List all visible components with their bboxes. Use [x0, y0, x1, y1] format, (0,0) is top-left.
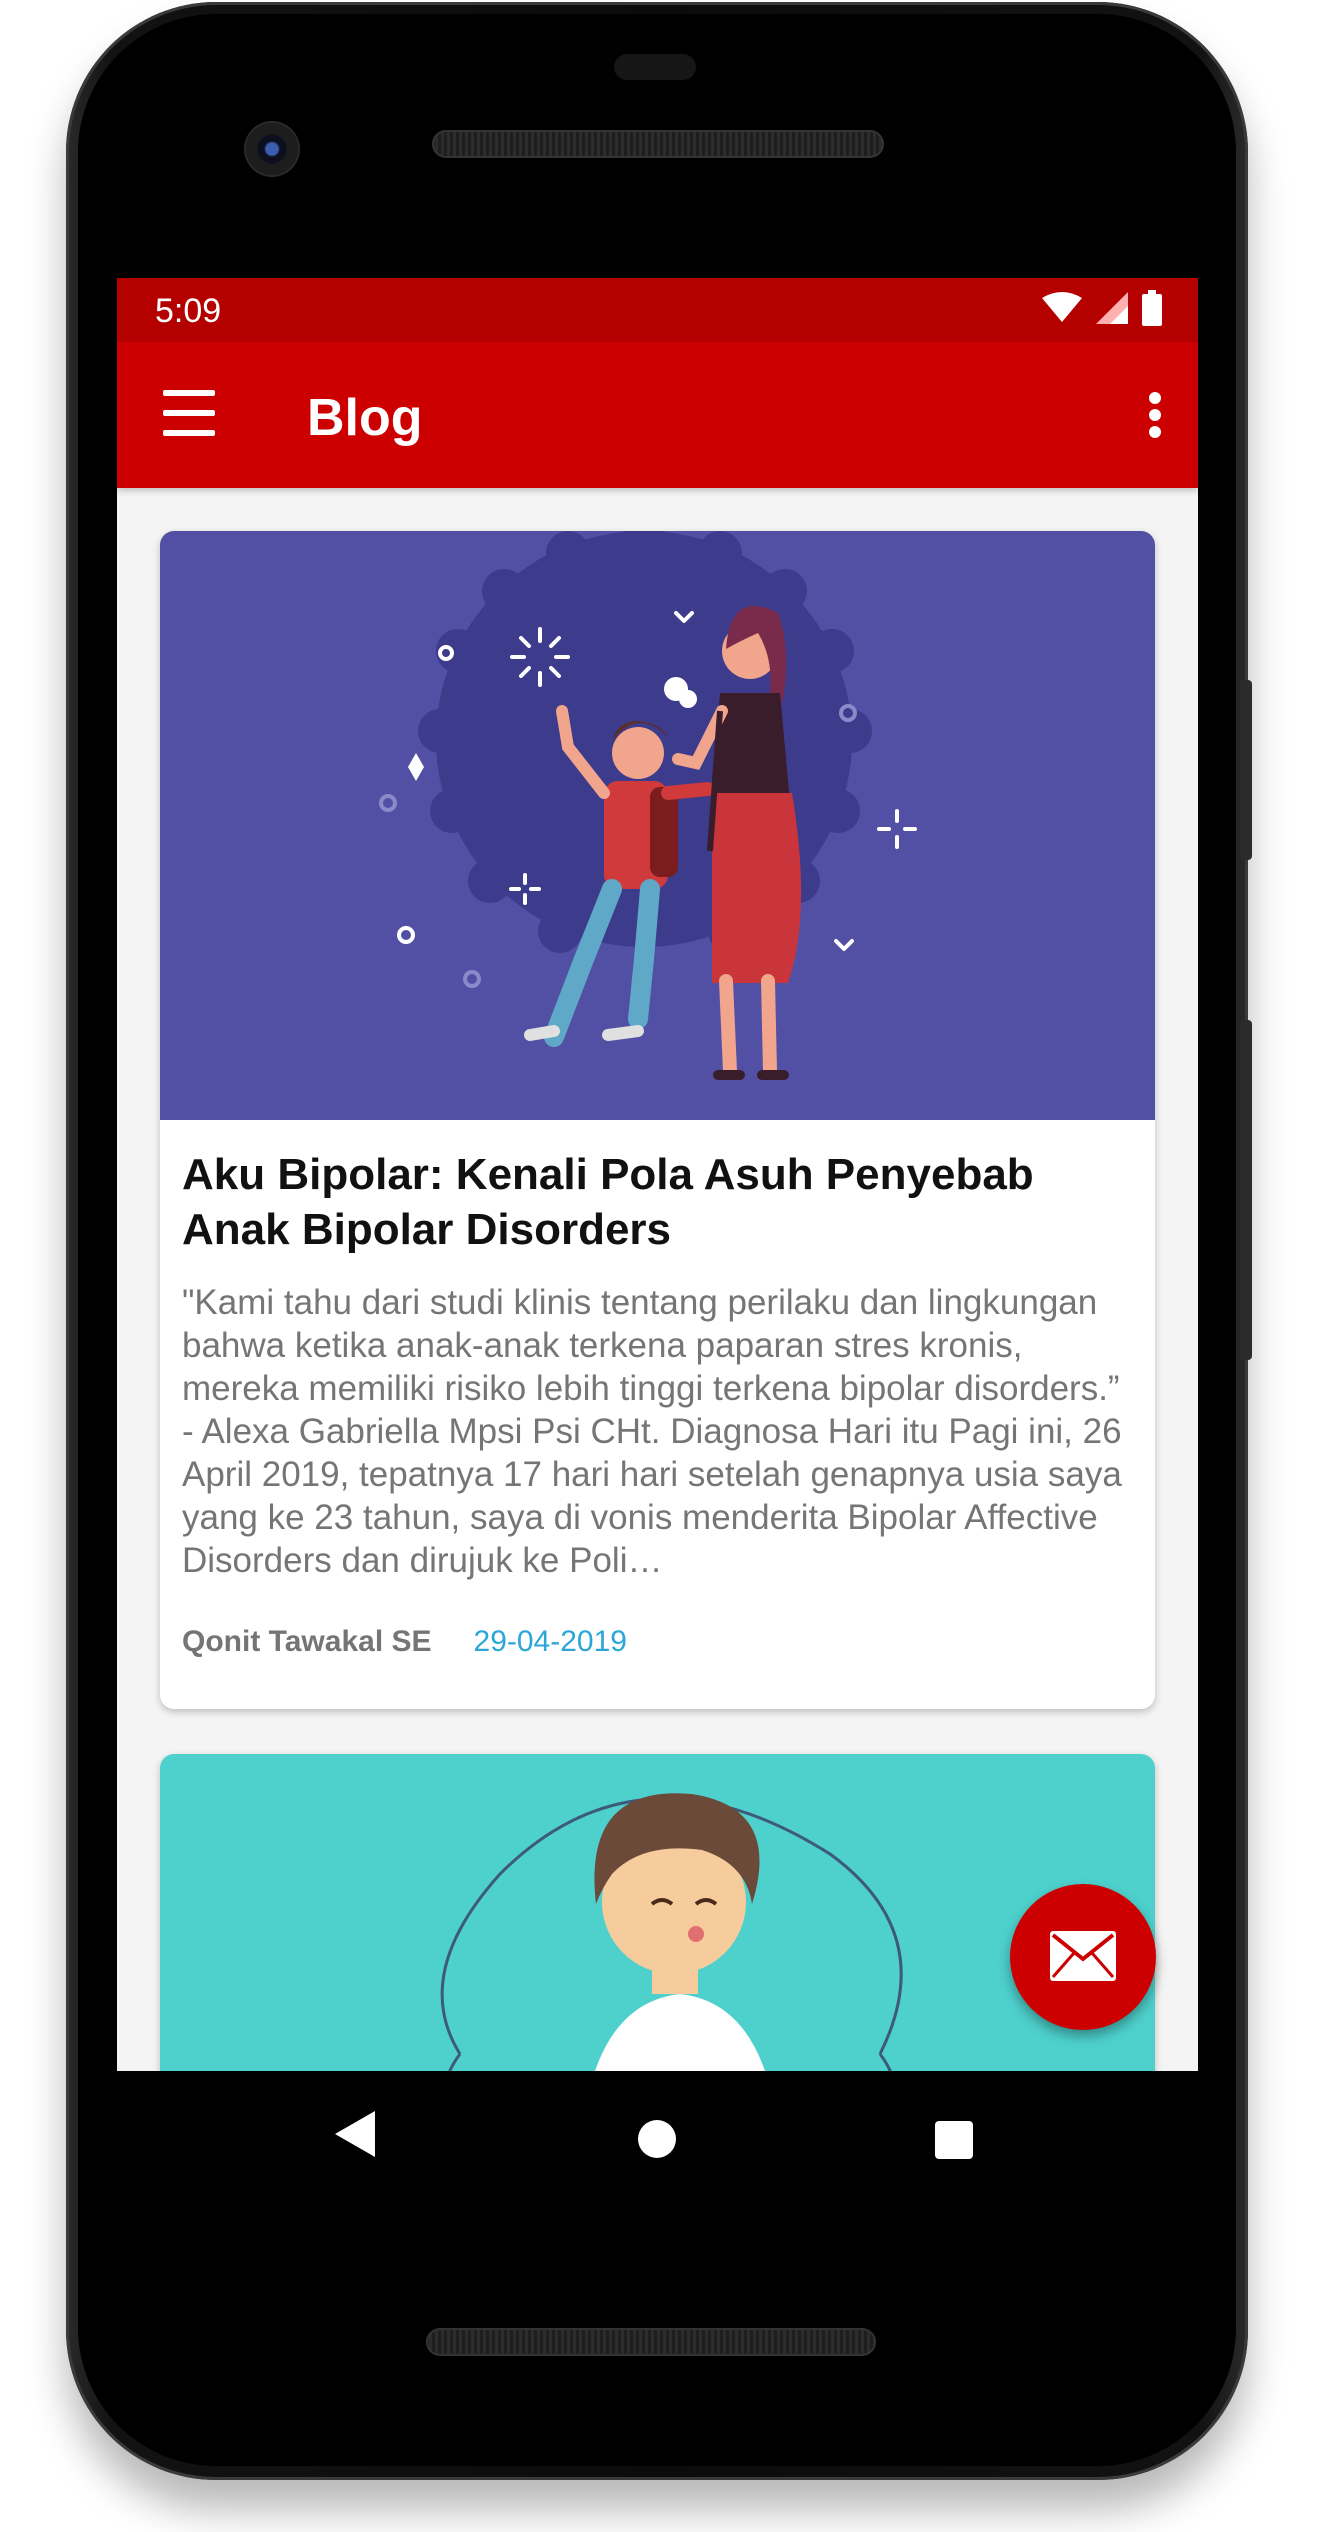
- back-icon[interactable]: [335, 2111, 375, 2157]
- bottom-speaker-grille: [426, 2328, 876, 2356]
- post-title[interactable]: Aku Bipolar: Kenali Pola Asuh Penyebab A…: [182, 1147, 1132, 1257]
- power-button: [1240, 680, 1252, 860]
- front-camera: [246, 123, 298, 175]
- volume-button: [1240, 1020, 1252, 1360]
- status-time: 5:09: [155, 292, 222, 330]
- app-bar: Blog: [117, 342, 1198, 488]
- post-image: [160, 1754, 1155, 2071]
- hamburger-menu-icon[interactable]: [163, 390, 215, 438]
- mail-icon: [1050, 1931, 1116, 1981]
- post-author: Qonit Tawakal SE: [182, 1625, 432, 1658]
- post-meta: Qonit Tawakal SE 29-04-2019: [182, 1625, 627, 1659]
- signal-icon: [1096, 292, 1128, 324]
- proximity-sensor: [614, 54, 696, 80]
- screen: 5:09 Blog Aku Bipolar: Kenali Pola Asuh …: [117, 278, 1198, 2071]
- top-speaker-grille: [432, 130, 884, 158]
- blog-post-card[interactable]: Aku Bipolar: Kenali Pola Asuh Penyebab A…: [160, 531, 1155, 1709]
- status-bar: 5:09: [117, 278, 1198, 342]
- home-icon[interactable]: [638, 2120, 676, 2158]
- wifi-icon: [1042, 292, 1082, 322]
- status-icons: [1042, 290, 1162, 326]
- blog-feed[interactable]: Aku Bipolar: Kenali Pola Asuh Penyebab A…: [117, 488, 1198, 2071]
- post-image: [160, 531, 1155, 1120]
- mail-fab[interactable]: [1010, 1884, 1156, 2030]
- blog-post-card[interactable]: [160, 1754, 1155, 2071]
- battery-icon: [1142, 290, 1162, 326]
- recents-icon[interactable]: [935, 2121, 973, 2159]
- post-excerpt: "Kami tahu dari studi klinis tentang per…: [182, 1283, 1122, 1580]
- post-date: 29-04-2019: [473, 1625, 627, 1658]
- more-vert-icon[interactable]: [1148, 392, 1162, 438]
- page-title: Blog: [307, 389, 423, 447]
- system-nav-bar: [117, 2071, 1198, 2201]
